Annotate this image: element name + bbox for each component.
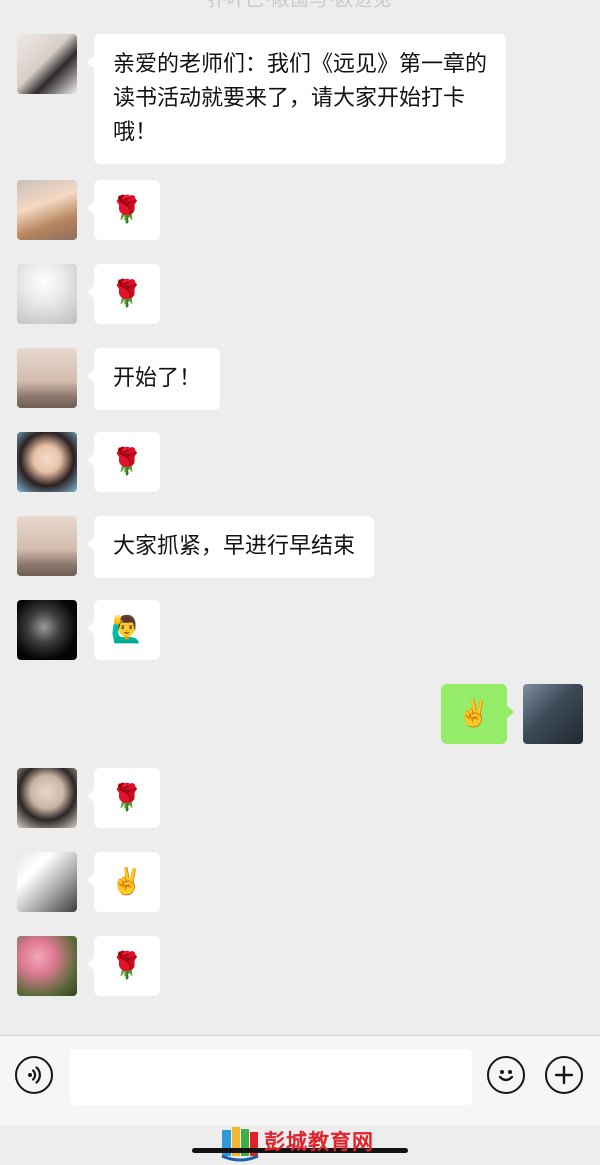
avatar-peach-blossom[interactable]	[17, 936, 77, 996]
message-bubble[interactable]: 亲爱的老师们：我们《远见》第一章的读书活动就要来了，请大家开始打卡哦！	[87, 34, 506, 164]
message-bubble[interactable]: 🙋‍♂️	[87, 600, 160, 660]
rose-emoji-icon: 🌹	[110, 783, 144, 813]
avatar-girl-white-cap[interactable]	[17, 264, 77, 324]
avatar-man-dark[interactable]	[17, 600, 77, 660]
message-bubble[interactable]: 🌹	[87, 432, 160, 492]
rose-emoji-icon: 🌹	[110, 195, 144, 225]
message-bubble[interactable]: 开始了！	[86, 348, 221, 410]
message-bubble[interactable]: 🌹	[87, 768, 160, 828]
plus-icon	[554, 1065, 574, 1085]
raising-hand-emoji-icon: 🙋‍♂️	[110, 615, 144, 645]
avatar-woman-bob[interactable]	[17, 768, 77, 828]
emoji-face-icon	[498, 1070, 514, 1082]
plus-button[interactable]	[545, 1056, 583, 1094]
message-text: 开始了！	[113, 366, 202, 391]
input-bar	[0, 1035, 600, 1126]
victory-hand-emoji-icon: ✌️	[457, 699, 491, 729]
emoji-button[interactable]	[487, 1056, 525, 1094]
watermark-text: 彭城教育网	[264, 1130, 374, 1154]
message-bubble[interactable]: 🌹	[87, 264, 160, 324]
message-bubble[interactable]: 🌹	[87, 936, 160, 996]
avatar-man-cap[interactable]	[523, 684, 583, 744]
voice-button[interactable]	[15, 1056, 53, 1094]
message-input[interactable]	[70, 1049, 472, 1105]
victory-hand-emoji-icon: ✌️	[110, 867, 144, 897]
avatar-smiling-child[interactable]	[17, 432, 77, 492]
message-bubble[interactable]: ✌️	[441, 684, 514, 744]
message-bubble[interactable]: 大家抓紧，早进行早结束	[86, 516, 375, 578]
avatar-woman-long-hair[interactable]	[17, 34, 77, 94]
message-text: 亲爱的老师们：我们《远见》第一章的读书活动就要来了，请大家开始打卡哦！	[113, 52, 488, 145]
avatar-building-person[interactable]	[17, 852, 77, 912]
book-logo-icon	[221, 1127, 259, 1162]
avatar-girl-drinking[interactable]	[17, 180, 77, 240]
message-bubble[interactable]: 🌹	[87, 180, 160, 240]
watermark: 彭城教育网	[192, 1124, 412, 1165]
message-text: 大家抓紧，早进行早结束	[113, 534, 356, 559]
rose-emoji-icon: 🌹	[110, 951, 144, 981]
avatar-sunset-tree[interactable]	[17, 348, 77, 408]
rose-emoji-icon: 🌹	[110, 279, 144, 309]
voice-icon	[28, 1066, 41, 1084]
rose-emoji-icon: 🌹	[110, 447, 144, 477]
avatar-sunset-tree[interactable]	[17, 516, 77, 576]
message-bubble[interactable]: ✌️	[87, 852, 160, 912]
chat-area: 亲爱的老师们：我们《远见》第一章的读书活动就要来了，请大家开始打卡哦！ 🌹 🌹 …	[0, 0, 600, 1035]
